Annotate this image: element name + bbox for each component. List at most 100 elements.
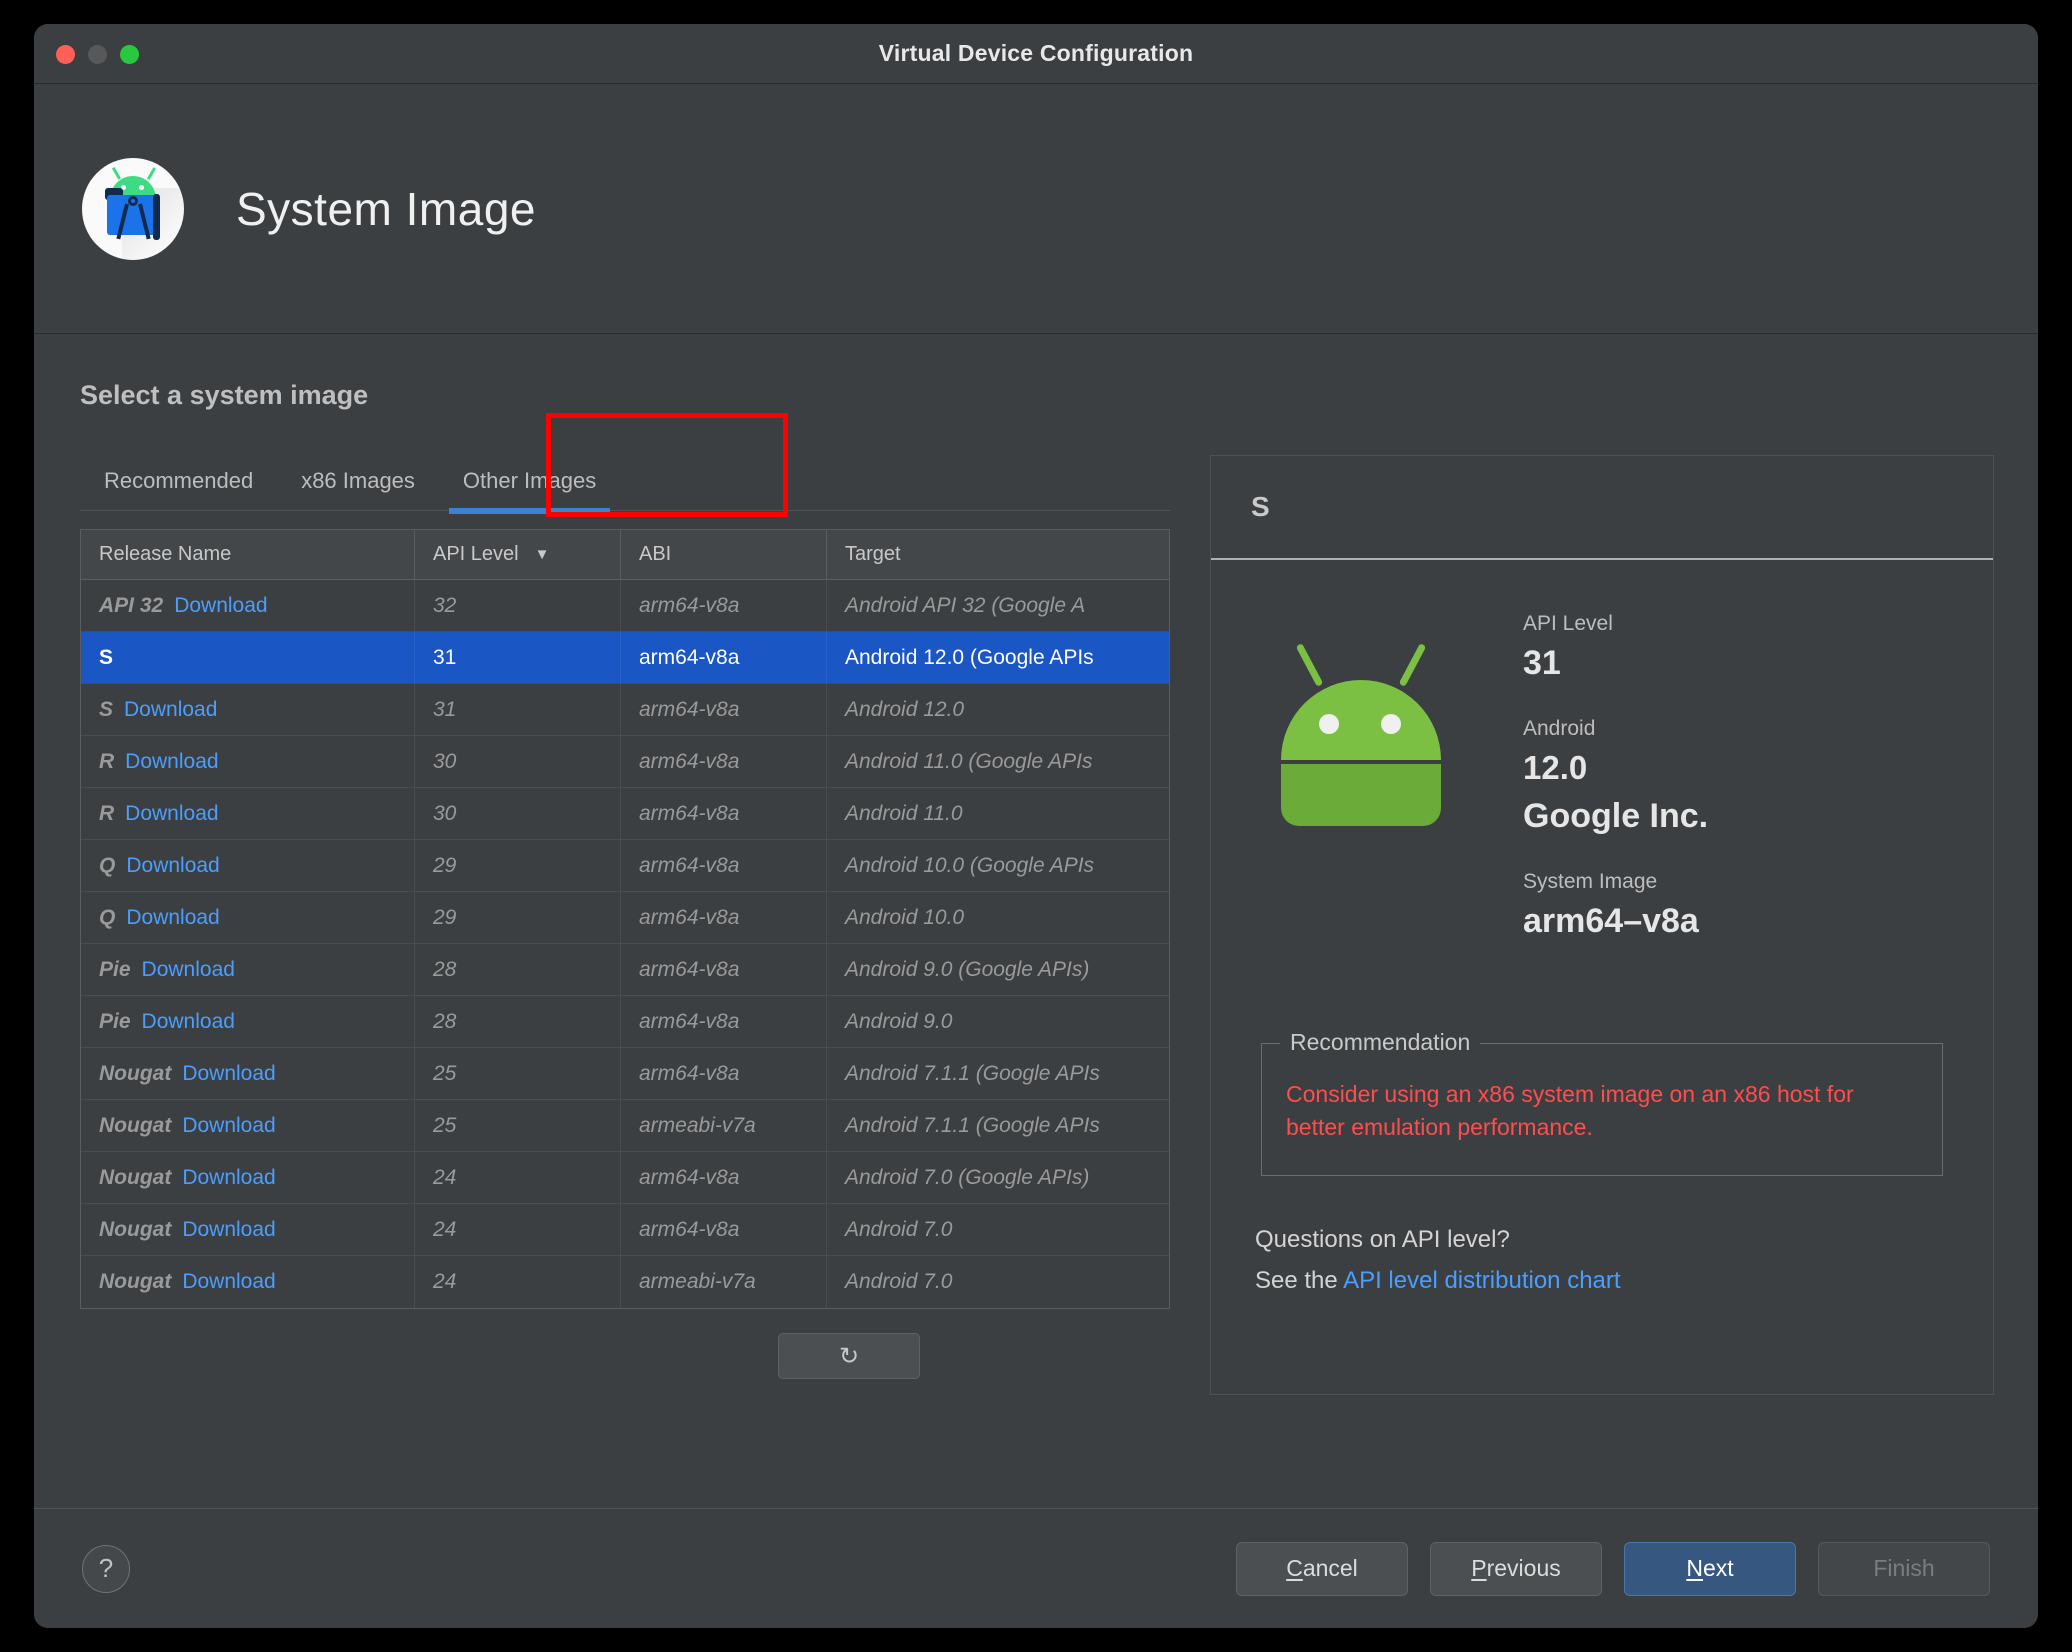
cell-abi: arm64-v8a [621,580,827,631]
cell-release-name: Nougat Download [81,1152,415,1203]
cell-api-level: 30 [415,736,621,787]
cell-abi-label: arm64-v8a [639,1009,740,1033]
download-link[interactable]: Download [182,1166,275,1190]
cell-abi-label: arm64-v8a [639,593,740,617]
table-row[interactable]: Pie Download 28 arm64-v8a Android 9.0 [81,996,1169,1048]
table-row[interactable]: R Download 30 arm64-v8a Android 11.0 (Google… [81,736,1169,788]
next-button[interactable]: Next [1624,1541,1796,1596]
table-row[interactable]: Q Download 29 arm64-v8a Android 10.0 [81,892,1169,944]
table-row[interactable]: Nougat Download 24 arm64-v8a Android 7.0 [81,1204,1169,1256]
page-title: System Image [236,182,536,235]
table-row[interactable]: Nougat Download 25 arm64-v8a Android 7.1.1 (… [81,1048,1169,1100]
refresh-button[interactable]: ↻ [778,1333,920,1379]
column-header-release-name[interactable]: Release Name [81,530,415,579]
cancel-button[interactable]: Cancel [1236,1541,1408,1596]
api-questions-line1: Questions on API level? [1255,1226,1510,1254]
cell-target: Android 7.0 [827,1256,1169,1308]
tab-x86-images[interactable]: x86 Images [277,468,439,510]
footer-buttons: Cancel Previous Next Finish [1236,1541,1990,1596]
image-source-tabs: Recommended x86 Images Other Images [80,413,1170,517]
cell-target-label: Android 7.0 [845,1217,953,1241]
cell-api-level: 29 [415,840,621,891]
download-link[interactable]: Download [124,698,217,722]
close-window-icon[interactable] [56,45,75,64]
release-name-label: Nougat [99,1270,172,1293]
cell-api-level-label: 31 [433,697,457,721]
download-link[interactable]: Download [126,906,219,930]
download-link[interactable]: Download [182,1114,275,1138]
download-link[interactable]: Download [142,958,235,982]
table-row[interactable]: S 31 arm64-v8a Android 12.0 (Google APIs [81,632,1169,684]
download-link[interactable]: Download [125,802,218,826]
virtual-device-configuration-window: Virtual Device Configuration System Imag… [34,24,2038,1628]
table-row[interactable]: Nougat Download 24 armeabi-v7a Android 7.0 [81,1256,1169,1308]
cell-target-label: Android 12.0 (Google APIs [845,645,1094,669]
detail-value-api-level: 31 [1523,644,1561,682]
table-row[interactable]: Pie Download 28 arm64-v8a Android 9.0 (Googl… [81,944,1169,996]
zoom-window-icon[interactable] [120,45,139,64]
finish-button[interactable]: Finish [1818,1541,1990,1596]
cell-api-level: 30 [415,788,621,839]
download-link[interactable]: Download [126,854,219,878]
detail-value-system-image: arm64–v8a [1523,902,1699,940]
android-robot-icon [1211,612,1511,975]
cell-abi: arm64-v8a [621,684,827,735]
cell-target: Android 12.0 (Google APIs [827,632,1169,683]
cell-release-name: Q Download [81,892,415,943]
help-button[interactable]: ? [82,1544,130,1593]
tab-recommended[interactable]: Recommended [80,468,277,510]
table-row[interactable]: S Download 31 arm64-v8a Android 12.0 [81,684,1169,736]
wizard-footer: ? Cancel Previous Next Finish [34,1508,2038,1628]
release-name-label: R [99,749,115,773]
cell-api-level: 24 [415,1152,621,1203]
detail-title: S [1211,456,1993,560]
download-link[interactable]: Download [182,1062,275,1086]
android-studio-icon [82,157,184,260]
cell-api-level-label: 24 [433,1217,457,1241]
table-body: API 32 Download 32 arm64-v8a Android API 32 … [81,580,1169,1308]
refresh-icon: ↻ [838,1342,860,1370]
table-row[interactable]: API 32 Download 32 arm64-v8a Android API 32 … [81,580,1169,632]
table-row[interactable]: R Download 30 arm64-v8a Android 11.0 [81,788,1169,840]
cell-abi-label: arm64-v8a [639,1061,740,1085]
release-name-label: Pie [99,1009,131,1033]
cell-api-level: 29 [415,892,621,943]
cell-api-level: 24 [415,1256,621,1308]
cell-abi-label: arm64-v8a [639,1165,740,1189]
cell-abi-label: armeabi-v7a [639,1113,756,1137]
minimize-window-icon[interactable] [88,45,107,64]
column-header-abi[interactable]: ABI [621,530,827,579]
tab-other-images[interactable]: Other Images [439,468,620,514]
table-row[interactable]: Nougat Download 24 arm64-v8a Android 7.0 (Go… [81,1152,1169,1204]
detail-card: S API Level 31 Android 12.0 Google Inc. … [1210,455,1994,1395]
cell-target: Android 11.0 [827,788,1169,839]
cell-release-name: Pie Download [81,996,415,1047]
download-link[interactable]: Download [182,1270,275,1294]
download-link[interactable]: Download [125,750,218,774]
column-header-target[interactable]: Target [827,530,1169,579]
cell-release-name: Nougat Download [81,1100,415,1151]
table-row[interactable]: Nougat Download 25 armeabi-v7a Android 7.1.1… [81,1100,1169,1152]
download-link[interactable]: Download [142,1010,235,1034]
column-header-api-level[interactable]: API Level ▼ [415,530,621,579]
table-row[interactable]: Q Download 29 arm64-v8a Android 10.0 (Google… [81,840,1169,892]
release-name-label: S [99,697,114,721]
cell-target-label: Android 11.0 (Google APIs [845,749,1093,773]
system-image-table[interactable]: Release Name API Level ▼ ABI Target API … [80,529,1170,1309]
previous-button[interactable]: Previous [1430,1541,1602,1596]
cell-target: Android 9.0 [827,996,1169,1047]
chevron-down-icon: ▼ [534,546,550,563]
cell-abi-label: arm64-v8a [639,1217,740,1241]
release-name-label: Nougat [99,1165,172,1189]
cell-api-level: 28 [415,944,621,995]
cell-abi: armeabi-v7a [621,1256,827,1308]
cell-target-label: Android 7.0 [845,1270,953,1293]
cell-abi: armeabi-v7a [621,1100,827,1151]
download-link[interactable]: Download [174,594,267,618]
api-level-distribution-chart-link[interactable]: API level distribution chart [1343,1267,1620,1294]
cell-api-level: 31 [415,632,621,683]
download-link[interactable]: Download [182,1218,275,1242]
cell-api-level-label: 30 [433,801,457,825]
release-name-label: Pie [99,957,131,981]
cell-target-label: Android 10.0 (Google APIs [845,853,1095,877]
